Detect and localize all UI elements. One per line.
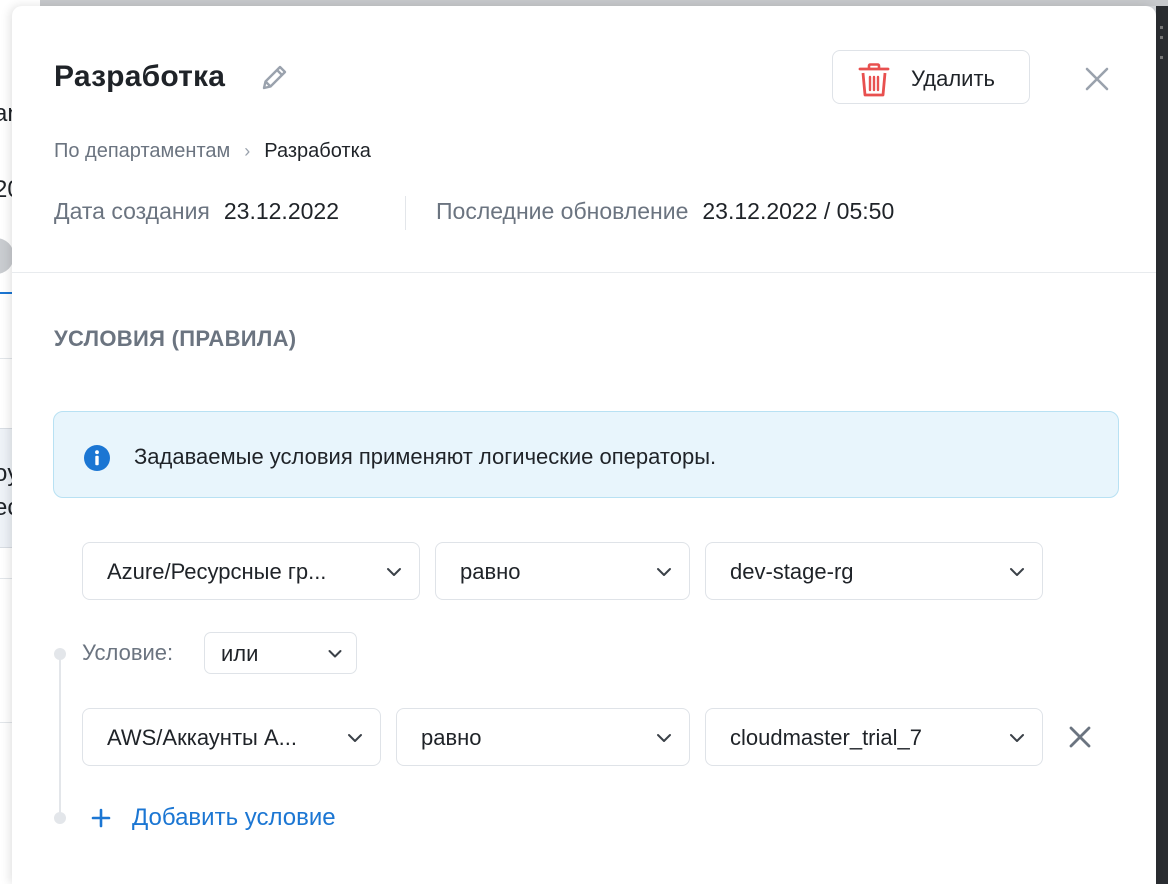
condition-value-text: cloudmaster_trial_7 <box>730 725 922 750</box>
condition-operator-value: равно <box>421 725 482 750</box>
chevron-down-icon <box>657 734 671 742</box>
background-divider <box>0 358 12 359</box>
created-date-value: 23.12.2022 <box>223 198 339 224</box>
condition-value-text: dev-stage-rg <box>730 559 854 584</box>
condition-field-select[interactable]: AWS/Аккаунты A... <box>82 708 381 766</box>
breadcrumb-parent-link[interactable]: По департаментам <box>54 140 230 163</box>
info-icon <box>84 445 110 471</box>
chevron-down-icon <box>1010 568 1024 576</box>
delete-button[interactable]: Удалить <box>832 50 1030 104</box>
info-banner-text: Задаваемые условия применяют логические … <box>134 444 717 469</box>
chevron-down-icon <box>387 568 401 576</box>
category-details-panel: Разработка Удалить По департаментам › Ра… <box>12 6 1156 884</box>
updated-date-value: 23.12.2022 / 05:50 <box>702 198 895 224</box>
logic-operator-value: или <box>221 641 259 666</box>
chevron-down-icon <box>1010 734 1024 742</box>
breadcrumb: По департаментам › Разработка <box>54 140 371 163</box>
condition-tree-node <box>54 648 66 660</box>
condition-operator-select[interactable]: равно <box>435 542 690 600</box>
background-text-fragment: 20 <box>0 176 12 203</box>
condition-operator-select[interactable]: равно <box>396 708 690 766</box>
pencil-icon[interactable] <box>256 60 292 96</box>
condition-field-value: Azure/Ресурсные гр... <box>107 559 327 584</box>
background-divider <box>0 578 12 579</box>
remove-condition-close-icon[interactable] <box>1065 722 1095 752</box>
chevron-down-icon <box>348 734 362 742</box>
condition-value-select[interactable]: cloudmaster_trial_7 <box>705 708 1043 766</box>
screen: an 20 oy ec Разработка Удали <box>0 0 1168 884</box>
close-icon[interactable] <box>1082 64 1112 94</box>
info-banner: Задаваемые условия применяют логические … <box>53 411 1119 498</box>
condition-tree-node <box>54 812 66 824</box>
conditions-section-title: УСЛОВИЯ (ПРАВИЛА) <box>54 326 297 351</box>
background-text-fragment: ec <box>0 494 12 521</box>
breadcrumb-current: Разработка <box>264 140 371 162</box>
page-title: Разработка <box>54 60 226 93</box>
header-divider <box>12 272 1156 273</box>
background-table-cell <box>0 428 12 548</box>
updated-date-label: Последние обновление <box>436 198 689 224</box>
delete-button-label: Удалить <box>911 66 995 91</box>
background-divider <box>0 722 12 723</box>
chevron-down-icon <box>328 650 342 658</box>
created-date: Дата создания 23.12.2022 <box>54 198 339 225</box>
meta-divider <box>405 196 406 230</box>
condition-value-select[interactable]: dev-stage-rg <box>705 542 1043 600</box>
background-text-fragment: oy <box>0 460 12 487</box>
add-condition-label: Добавить условие <box>132 804 336 831</box>
created-date-label: Дата создания <box>54 198 210 224</box>
chevron-down-icon <box>657 568 671 576</box>
logic-operator-select[interactable]: или <box>204 632 357 674</box>
condition-field-select[interactable]: Azure/Ресурсные гр... <box>82 542 420 600</box>
logic-operator-label: Условие: <box>82 640 174 665</box>
trash-icon <box>858 63 890 97</box>
plus-icon <box>91 808 111 828</box>
add-condition-button[interactable]: Добавить условие <box>90 804 336 832</box>
condition-field-value: AWS/Аккаунты A... <box>107 725 297 750</box>
updated-date: Последние обновление 23.12.2022 / 05:50 <box>436 198 894 225</box>
background-text-fragment: an <box>0 100 12 127</box>
condition-tree-line <box>59 654 61 818</box>
condition-operator-value: равно <box>460 559 521 584</box>
breadcrumb-separator: › <box>244 141 251 161</box>
background-active-underline <box>0 292 12 294</box>
background-right-edge <box>1156 6 1168 884</box>
